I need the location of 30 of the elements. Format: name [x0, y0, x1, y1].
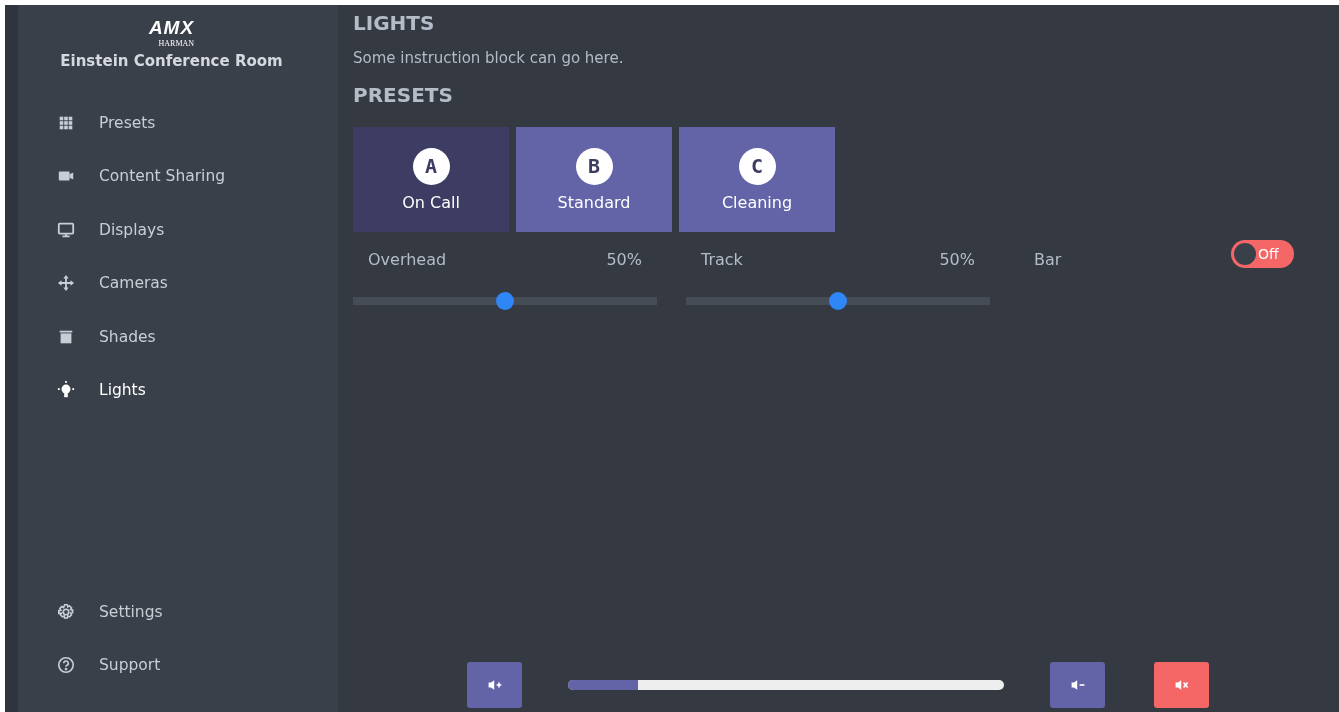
nav-item[interactable]: Presets	[18, 96, 338, 150]
slider-label: Track	[701, 250, 743, 269]
volume-up-button[interactable]	[467, 662, 522, 708]
nav-item[interactable]: Displays	[18, 203, 338, 257]
volume-down-button[interactable]	[1050, 662, 1105, 708]
instruction-text: Some instruction block can go here.	[353, 49, 625, 67]
room-title: Einstein Conference Room	[60, 52, 283, 70]
section-title: PRESETS	[353, 83, 454, 107]
nav-item[interactable]: Lights	[18, 363, 338, 417]
settings-icon	[57, 602, 75, 621]
slider-value: 50%	[939, 250, 975, 269]
monitor-icon	[57, 220, 75, 239]
slider-value: 50%	[606, 250, 642, 269]
toggle-label: Bar	[1034, 250, 1062, 269]
nav-item[interactable]: Settings	[18, 585, 338, 639]
lightbulb-icon	[57, 381, 75, 400]
volume-bar[interactable]	[568, 680, 1004, 690]
help-icon	[57, 656, 75, 675]
preset-button[interactable]: C Cleaning	[679, 127, 835, 232]
nav-item[interactable]: Cameras	[18, 256, 338, 310]
logo: AMX HARMAN	[148, 17, 195, 48]
preset-button[interactable]: B Standard	[516, 127, 672, 232]
preset-button[interactable]: A On Call	[353, 127, 509, 232]
nav-item[interactable]: Content Sharing	[18, 149, 338, 203]
nav-item[interactable]: Support	[18, 638, 338, 692]
slider-label: Overhead	[368, 250, 447, 269]
move-arrows-icon	[57, 274, 75, 293]
page-title: LIGHTS	[353, 11, 436, 35]
nav-item[interactable]: Shades	[18, 310, 338, 364]
mute-button[interactable]	[1154, 662, 1209, 708]
